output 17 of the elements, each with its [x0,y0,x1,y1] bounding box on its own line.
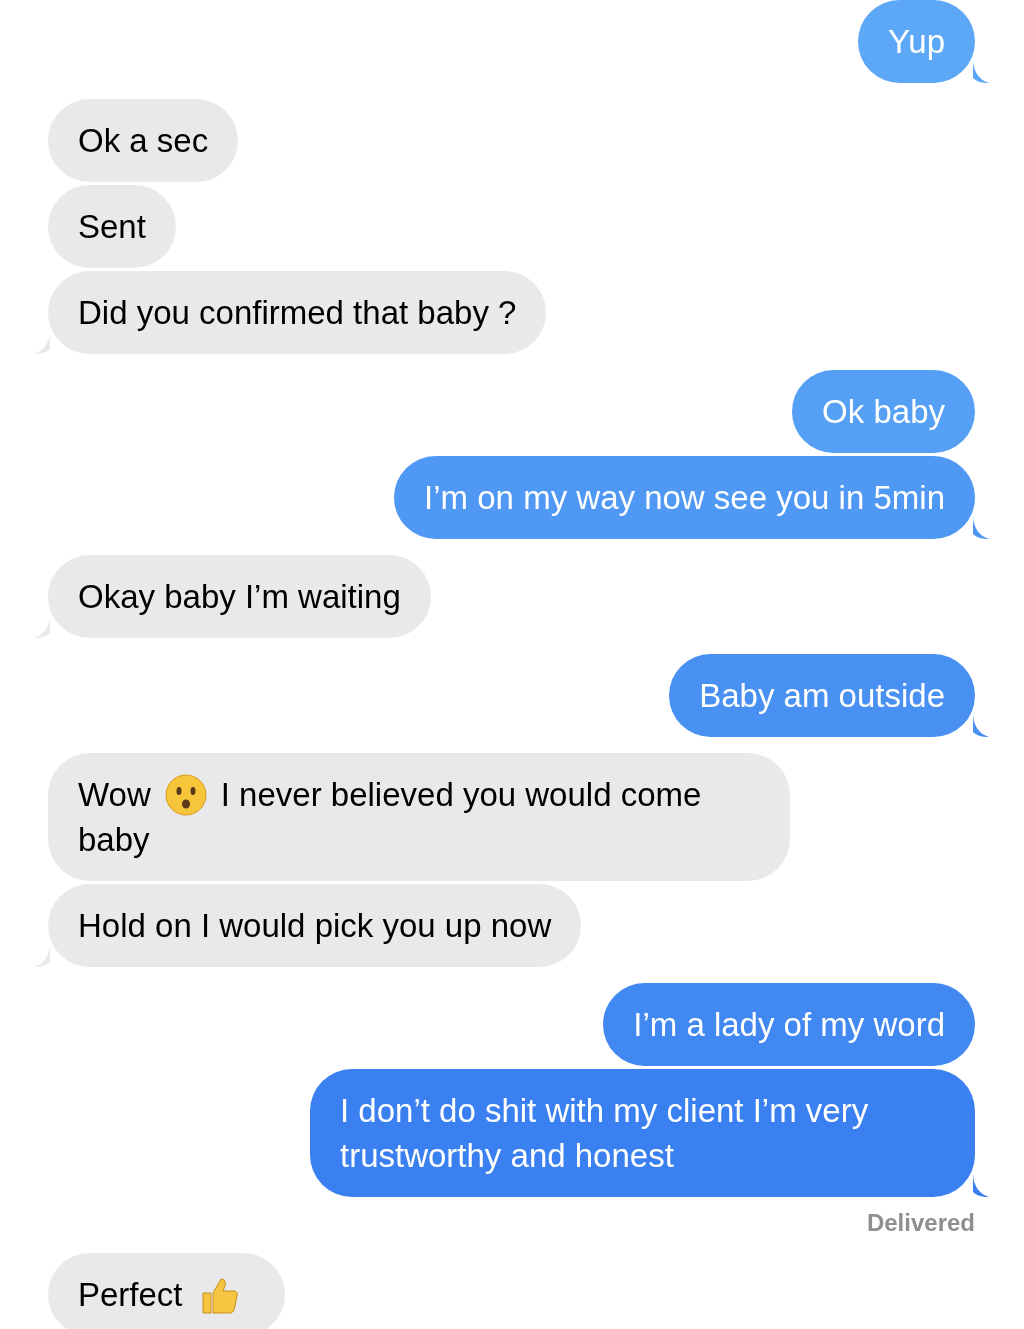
message-bubble: Okay baby I’m waiting [48,555,431,638]
message-bubble: Ok baby [792,370,975,453]
delivered-status: Delivered [866,1209,975,1237]
message-bubble: Hold on I would pick you up now [48,884,582,967]
message-bubble: Ok a sec [48,99,239,182]
message-bubble: I don’t do shit with my client I’m very trustworthy and honest [310,1069,975,1197]
message-text: I never believed you would come [220,775,702,815]
message-text: Wow [78,775,151,815]
message-bubble: I’m a lady of my word [603,983,975,1066]
message-bubble: Yup [858,0,975,83]
message-bubble: Sent [48,185,176,268]
message-text: Perfect [78,1275,183,1315]
message-text: baby [78,820,150,860]
message-bubble: Baby am outside [669,654,975,737]
message-bubble: Did you confirmed that baby ? [48,271,547,354]
hushed-face-icon [164,773,207,816]
message-bubble: I’m on my way now see you in 5min [394,456,975,539]
